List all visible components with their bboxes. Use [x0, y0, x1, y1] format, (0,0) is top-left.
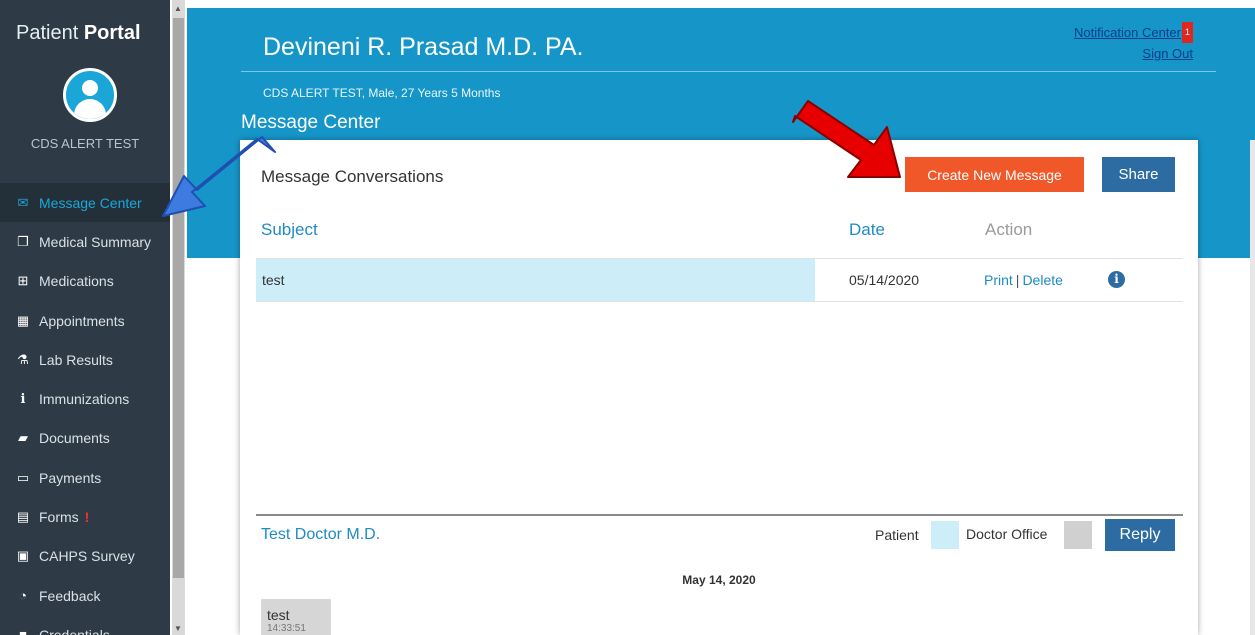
- sidebar-item-medical-summary[interactable]: ❐ Medical Summary: [0, 222, 170, 261]
- envelope-icon: ✉: [17, 194, 29, 210]
- scroll-down-icon[interactable]: ▼: [174, 624, 182, 633]
- message-bubble: test 14:33:51: [261, 599, 331, 635]
- share-button[interactable]: Share: [1102, 157, 1175, 192]
- notification-count-badge: 1: [1181, 22, 1193, 43]
- portal-brand: Patient Portal: [16, 22, 141, 44]
- sidebar-patient-name: CDS ALERT TEST: [30, 136, 140, 151]
- card-title: Message Conversations: [261, 167, 444, 186]
- key-icon: ■: [19, 627, 27, 635]
- page-title: Message Center: [241, 112, 381, 133]
- sidebar-item-payments[interactable]: ▭ Payments: [0, 458, 170, 497]
- row-actions: Print | Delete: [984, 272, 1063, 288]
- create-new-message-button[interactable]: Create New Message: [905, 157, 1084, 192]
- sidebar-item-feedback[interactable]: ◔ Feedback: [0, 576, 170, 615]
- sidebar-scrollbar[interactable]: ▲ ▼: [172, 0, 185, 635]
- forms-alert-icon: !: [84, 509, 90, 526]
- legend-patient-label: Patient: [875, 527, 919, 543]
- sidebar-item-appointments[interactable]: ▦ Appointments: [0, 301, 170, 340]
- message-card: Message Conversations Create New Message…: [240, 140, 1198, 635]
- scroll-up-icon[interactable]: ▲: [174, 4, 182, 13]
- comments-icon: ◔: [19, 588, 27, 604]
- patient-info: CDS ALERT TEST, Male, 27 Years 5 Months: [263, 86, 501, 100]
- legend-office-label: Doctor Office: [966, 526, 1048, 542]
- row-date: 05/14/2020: [849, 272, 920, 288]
- notification-center-link[interactable]: Notification Center 1: [1074, 22, 1193, 43]
- file-text-icon: ▤: [16, 509, 30, 525]
- info-icon: i: [20, 391, 26, 407]
- sidebar: Patient Portal CDS ALERT TEST ✉ Message C…: [0, 0, 170, 635]
- medkit-icon: ⊞: [17, 273, 29, 289]
- sidebar-item-medications[interactable]: ⊞ Medications: [0, 262, 170, 301]
- sidebar-item-message-center[interactable]: ✉ Message Center: [0, 183, 170, 223]
- folder-open-icon: ▰: [18, 430, 28, 446]
- sidebar-item-documents[interactable]: ▰ Documents: [0, 419, 170, 458]
- row-subject[interactable]: test: [256, 259, 815, 301]
- calendar-icon: ▦: [16, 312, 30, 328]
- sidebar-item-immunizations[interactable]: i Immunizations: [0, 379, 170, 418]
- sidebar-item-forms[interactable]: ▤ Forms!: [0, 497, 170, 536]
- message-date: May 14, 2020: [682, 573, 756, 587]
- header-divider: [241, 71, 1216, 72]
- sign-out-link[interactable]: Sign Out: [1074, 43, 1193, 64]
- legend-patient-swatch: [931, 521, 959, 549]
- sidebar-item-lab-results[interactable]: ⚗ Lab Results: [0, 340, 170, 379]
- sidebar-item-cahps-survey[interactable]: ▣ CAHPS Survey: [0, 537, 170, 576]
- top-links: Notification Center 1 Sign Out: [1074, 22, 1193, 64]
- message-time: 14:33:51: [267, 623, 306, 634]
- delete-link[interactable]: Delete: [1022, 272, 1062, 288]
- credit-card-icon: ▭: [16, 469, 30, 485]
- print-link[interactable]: Print: [984, 272, 1013, 288]
- practice-name: Devineni R. Prasad M.D. PA.: [263, 33, 584, 61]
- page-edge: [1250, 140, 1255, 635]
- survey-icon: ▣: [16, 548, 30, 564]
- flask-icon: ⚗: [17, 351, 29, 367]
- column-header-date[interactable]: Date: [849, 220, 885, 240]
- table-row[interactable]: test 05/14/2020 Print | Delete i: [256, 258, 1183, 302]
- reply-button[interactable]: Reply: [1105, 519, 1175, 551]
- sidebar-nav: ✉ Message Center ❐ Medical Summary ⊞ Medica…: [0, 183, 170, 635]
- info-icon[interactable]: i: [1108, 271, 1125, 288]
- sidebar-item-credentials[interactable]: ■ Credentials: [0, 615, 170, 635]
- conversation-doctor-name: Test Doctor M.D.: [261, 526, 381, 543]
- column-header-subject[interactable]: Subject: [261, 220, 318, 240]
- legend-office-swatch: [1064, 521, 1092, 549]
- scrollbar-thumb[interactable]: [173, 18, 184, 578]
- conversation-divider: [256, 514, 1183, 516]
- copy-icon: ❐: [17, 233, 29, 249]
- avatar-icon: [63, 68, 117, 122]
- message-text: test: [267, 607, 290, 623]
- column-header-action: Action: [985, 220, 1033, 239]
